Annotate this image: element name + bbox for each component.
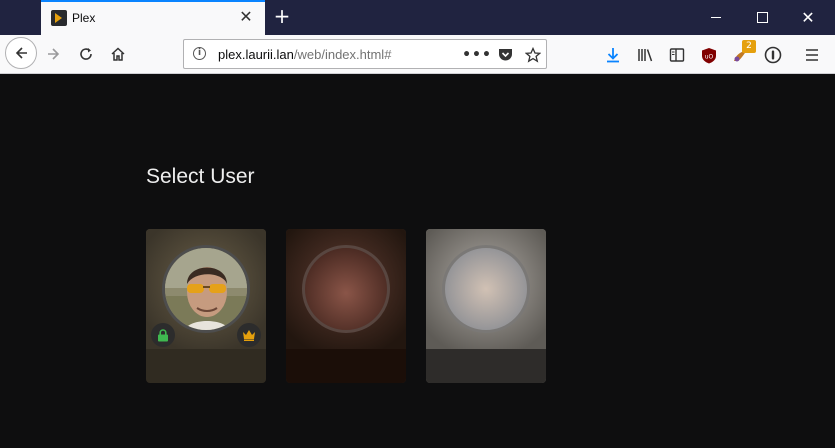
crown-icon: [237, 323, 261, 347]
download-icon[interactable]: [603, 45, 623, 65]
svg-text:uO: uO: [705, 53, 714, 60]
home-button[interactable]: [104, 40, 132, 68]
avatar: [442, 245, 530, 333]
site-info-icon[interactable]: i: [193, 47, 206, 60]
library-icon[interactable]: [636, 45, 656, 65]
avatar: [302, 245, 390, 333]
browser-tab[interactable]: Plex ✕: [41, 0, 265, 35]
new-tab-button[interactable]: +: [272, 6, 292, 26]
minimize-button[interactable]: [693, 0, 739, 35]
url-text[interactable]: plex.laurii.lan/web/index.html#: [218, 47, 391, 62]
back-button[interactable]: [5, 37, 37, 69]
user-card[interactable]: [286, 229, 406, 383]
reload-button[interactable]: [72, 40, 100, 68]
1password-icon[interactable]: [763, 45, 783, 65]
sidebar-icon[interactable]: [667, 45, 687, 65]
extension-badge: 2: [742, 40, 756, 53]
user-card[interactable]: [146, 229, 266, 383]
title-bar: Plex ✕ + ✕: [0, 0, 835, 35]
maximize-button[interactable]: [739, 0, 785, 35]
tab-title: Plex: [72, 11, 96, 25]
forward-button[interactable]: [40, 40, 68, 68]
plex-content: Select User: [0, 74, 835, 448]
bookmark-star-icon[interactable]: [524, 46, 542, 64]
card-footer: [286, 349, 406, 383]
tab-close-icon[interactable]: ✕: [238, 9, 254, 25]
pocket-icon[interactable]: [496, 46, 514, 64]
close-window-button[interactable]: ✕: [785, 0, 831, 35]
plex-favicon-icon: [51, 10, 67, 26]
card-footer: [146, 349, 266, 383]
nav-toolbar: i plex.laurii.lan/web/index.html# ••• uO…: [0, 35, 835, 74]
ublock-origin-icon[interactable]: uO: [699, 45, 719, 65]
lock-icon: [151, 323, 175, 347]
hamburger-menu-icon[interactable]: [802, 45, 822, 65]
page-actions-icon[interactable]: •••: [462, 46, 491, 64]
avatar: [162, 245, 250, 333]
card-footer: [426, 349, 546, 383]
url-bar[interactable]: i plex.laurii.lan/web/index.html# •••: [183, 39, 547, 69]
page-title: Select User: [146, 165, 255, 188]
user-card[interactable]: [426, 229, 546, 383]
